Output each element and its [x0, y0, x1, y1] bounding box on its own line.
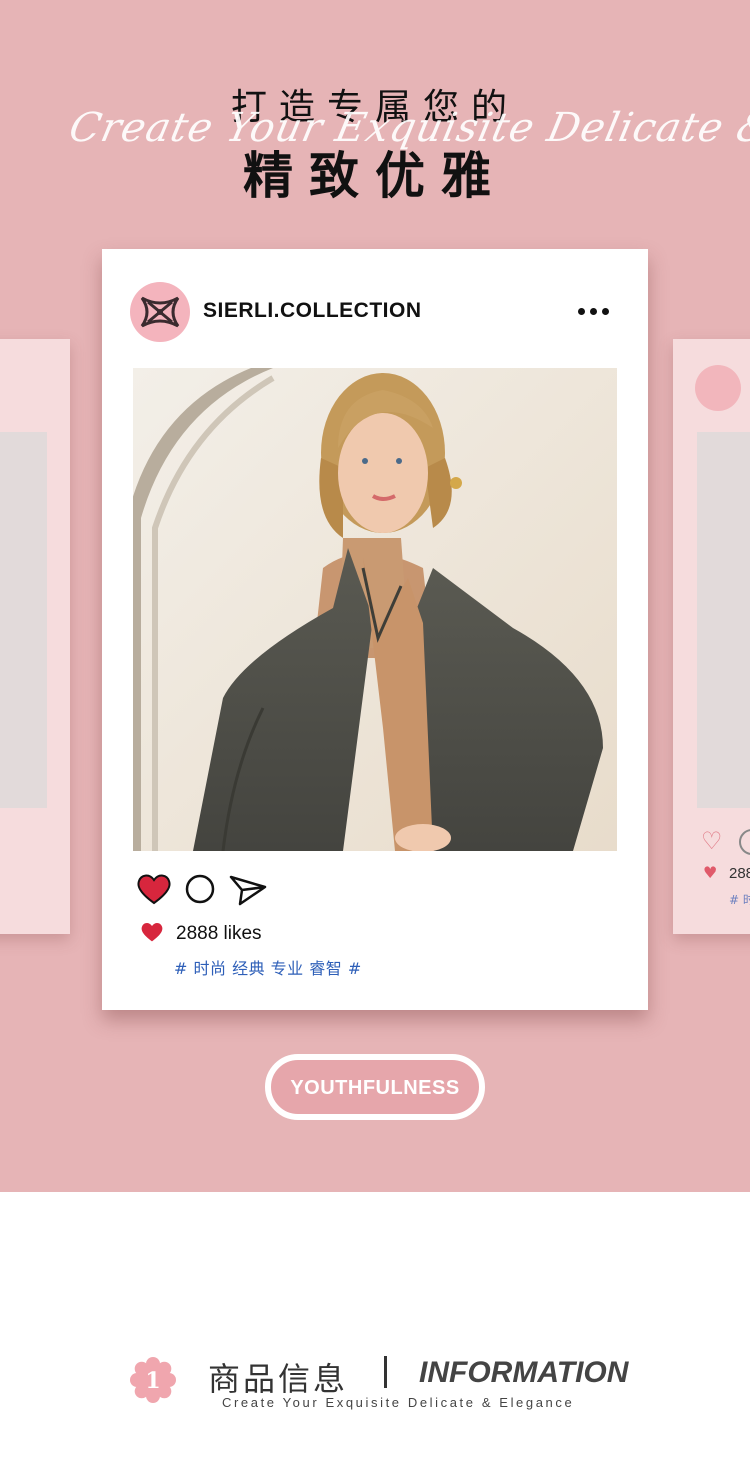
- headline-main: 精致优雅: [243, 147, 507, 205]
- heart-icon: ♡: [701, 827, 723, 855]
- side-post-image: [0, 432, 47, 808]
- side-post-likes: 288: [729, 865, 750, 882]
- post-photo: [133, 368, 617, 851]
- hero-banner: 打造专属您的 Create Your Exquisite Delicate & …: [0, 0, 750, 1192]
- side-post-hashtags: # 时: [729, 893, 750, 907]
- tag-button-label: YOUTHFULNESS: [290, 1077, 460, 1099]
- flower-badge-icon: 1: [130, 1357, 176, 1403]
- logo-icon: [140, 296, 180, 328]
- side-post-card-left: [0, 339, 70, 934]
- post-card: SIERLI.COLLECTION 2888 likes # 时尚 经典 专业 …: [102, 249, 648, 1010]
- comment-icon[interactable]: [184, 873, 216, 905]
- post-hashtags[interactable]: # 时尚 经典 专业 睿智 #: [174, 955, 362, 979]
- share-icon[interactable]: [228, 873, 268, 907]
- heart-icon[interactable]: [136, 873, 172, 905]
- side-post-image: [697, 432, 750, 808]
- heart-icon: ♥: [703, 863, 718, 882]
- section-title-cn: 商品信息: [208, 1360, 349, 1398]
- likes-count[interactable]: 2888 likes: [176, 923, 262, 945]
- title-divider: [384, 1356, 387, 1388]
- youthfulness-tag-button[interactable]: YOUTHFULNESS: [265, 1054, 485, 1120]
- heart-icon: [141, 923, 163, 942]
- comment-icon: [739, 829, 750, 855]
- section-subtitle: Create Your Exquisite Delicate & Eleganc…: [222, 1395, 575, 1410]
- side-post-avatar: [695, 365, 741, 411]
- more-options-icon[interactable]: [572, 302, 612, 322]
- side-post-card-right: ♡ ♥ 288 # 时: [673, 339, 750, 934]
- section-number: 1: [145, 1368, 160, 1394]
- post-username[interactable]: SIERLI.COLLECTION: [203, 299, 422, 323]
- section-title-en: INFORMATION: [419, 1356, 629, 1389]
- profile-avatar[interactable]: [130, 282, 190, 342]
